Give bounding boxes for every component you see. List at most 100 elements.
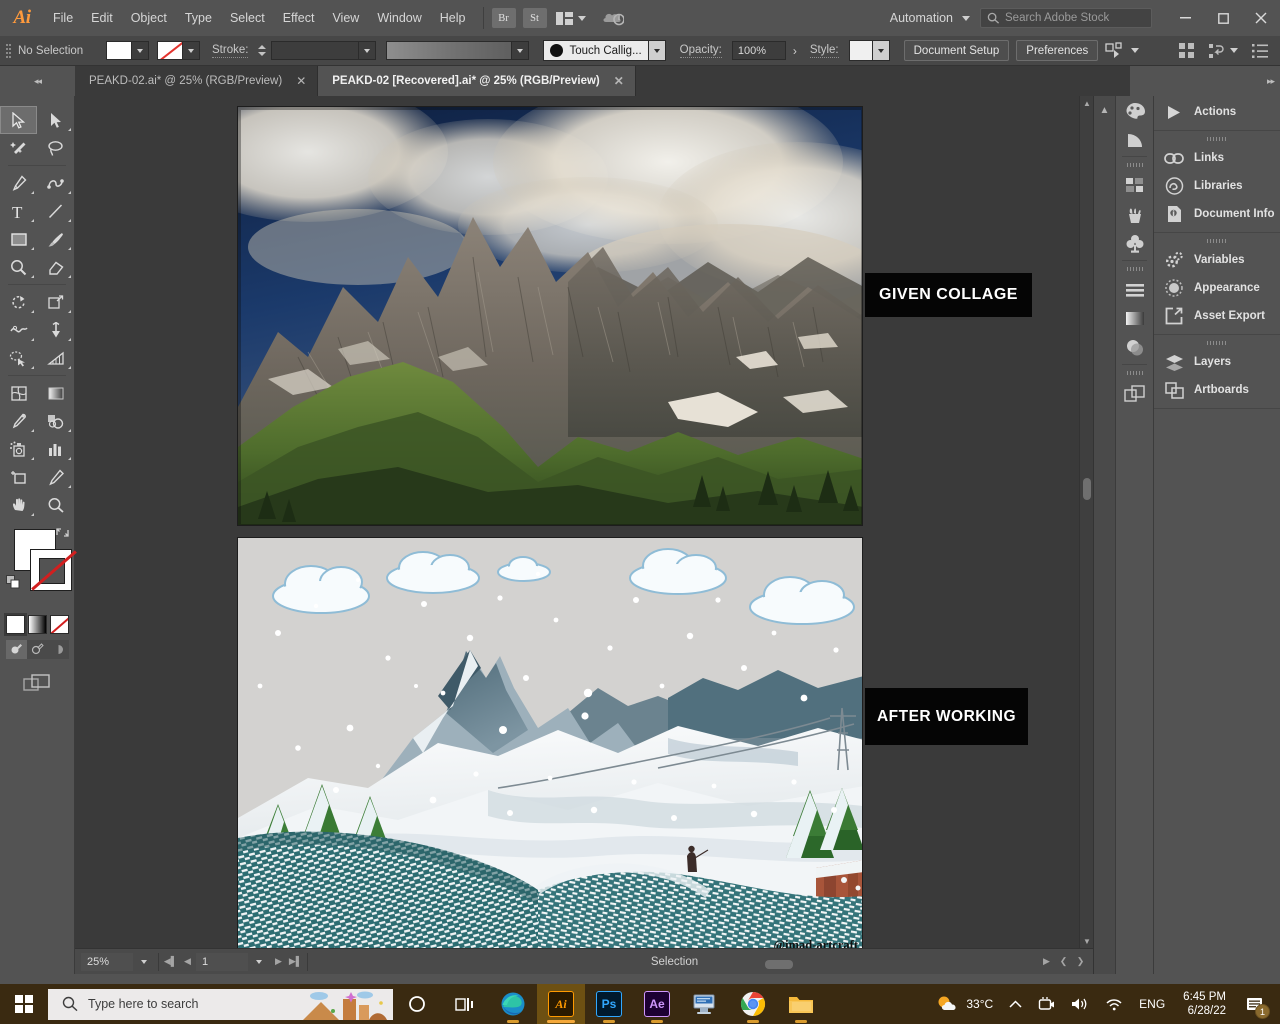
artboard-after-working[interactable]: @imad-artcraft [237,537,863,948]
language-indicator[interactable]: ENG [1131,984,1173,1024]
column-graph-tool[interactable] [37,435,74,463]
menu-type[interactable]: Type [176,0,221,36]
panel-group-handle-3[interactable] [1154,337,1280,348]
default-fill-stroke-icon[interactable] [6,575,21,595]
label-after-working[interactable]: AFTER WORKING [865,688,1028,745]
stroke-weight-field[interactable] [271,41,360,60]
rotate-tool[interactable] [0,288,37,316]
stroke-weight-stepper[interactable] [258,41,269,60]
panel-variables[interactable]: Variables [1154,246,1280,274]
menu-effect[interactable]: Effect [274,0,324,36]
notifications-button[interactable]: 1 [1236,984,1274,1024]
arrange-documents-icon[interactable] [554,10,576,26]
vertical-scrollbar[interactable]: ▲ ▼ [1079,96,1093,948]
blend-tool[interactable] [37,407,74,435]
next-artboard-button[interactable]: ▶ [270,953,287,971]
swap-fill-stroke-icon[interactable] [55,525,70,545]
mesh-tool[interactable] [0,379,37,407]
adobe-illustrator-button[interactable]: Ai [537,984,585,1024]
eraser-tool[interactable] [37,253,74,281]
artboard-number-field[interactable]: 1 [196,952,248,971]
opacity-label[interactable]: Opacity: [679,44,722,58]
weather-widget[interactable]: 33°C [928,984,1001,1024]
color-mode-button[interactable] [3,613,27,636]
panel-appearance[interactable]: Appearance [1154,274,1280,302]
slice-tool[interactable] [37,463,74,491]
symbols-icon[interactable] [1116,229,1153,258]
curvature-tool[interactable] [37,169,74,197]
artboard-given-collage[interactable] [237,106,863,526]
tabbar-collapse-left[interactable]: ◂◂ [0,66,75,96]
transparency-icon[interactable] [1116,333,1153,362]
magic-wand-tool[interactable] [0,134,37,162]
panel-libraries[interactable]: Libraries [1154,172,1280,200]
select-similar-group[interactable] [1105,41,1140,60]
tabbar-collapse-right[interactable]: ▸▸ [1130,66,1280,96]
tools-panel-handle[interactable] [0,96,74,106]
bridge-icon[interactable]: Br [491,8,516,28]
none-mode-button[interactable] [49,615,69,634]
panel-links[interactable]: Links [1154,144,1280,172]
draw-normal-button[interactable] [5,640,27,659]
brushes-icon[interactable] [1116,200,1153,229]
microsoft-edge-button[interactable] [489,984,537,1024]
show-hidden-icons-button[interactable] [1001,984,1030,1024]
dock-group-handle-3[interactable] [1116,367,1153,379]
perspective-grid-tool[interactable] [37,344,74,372]
adobe-after-effects-button[interactable]: Ae [633,984,681,1024]
dock-collapse-strip[interactable]: ▲ [1093,96,1115,974]
direct-selection-tool[interactable] [37,106,74,134]
maximize-button[interactable] [1204,0,1242,36]
taskbar-search[interactable]: Type here to search [48,988,393,1020]
style-dropdown[interactable] [872,40,890,61]
width-tool[interactable] [0,316,37,344]
swatches-icon[interactable] [1116,171,1153,200]
remote-desktop-button[interactable] [681,984,729,1024]
cloud-sync-icon[interactable] [600,8,626,28]
line-segment-tool[interactable] [37,197,74,225]
scroll-down-icon[interactable]: ▼ [1080,934,1094,948]
opacity-field[interactable]: 100% [731,41,786,60]
scale-tool[interactable] [37,288,74,316]
adobe-photoshop-button[interactable]: Ps [585,984,633,1024]
stock-icon[interactable]: St [522,8,547,28]
panel-document-info[interactable]: Document Info [1154,200,1280,228]
width-profile-dropdown[interactable] [512,41,530,60]
menu-view[interactable]: View [323,0,368,36]
eyedropper-tool[interactable] [0,407,37,435]
menu-object[interactable]: Object [122,0,176,36]
shape-builder-tool[interactable] [0,344,37,372]
menu-window[interactable]: Window [368,0,430,36]
document-tab-1[interactable]: PEAKD-02.ai* @ 25% (RGB/Preview) ✕ [75,66,319,96]
rectangle-tool[interactable] [0,225,37,253]
panel-artboards[interactable]: Artboards [1154,376,1280,404]
lasso-tool[interactable] [37,134,74,162]
first-artboard-button[interactable]: ◀▌ [162,953,179,971]
panel-group-handle-2[interactable] [1154,235,1280,246]
scroll-up-icon[interactable]: ▲ [1080,96,1094,110]
panel-asset-export[interactable]: Asset Export [1154,302,1280,330]
minimize-button[interactable] [1166,0,1204,36]
prev-artboard-button[interactable]: ◀ [179,953,196,971]
canvas[interactable]: @imad-artcraft GIVEN COLLAGE AFTER WORKI… [75,96,1079,948]
variable-width-profile[interactable] [386,41,513,60]
preferences-button[interactable]: Preferences [1016,40,1099,61]
panel-actions[interactable]: Actions [1154,98,1280,126]
align-icon[interactable] [1116,275,1153,304]
stroke-weight-dropdown[interactable] [359,41,377,60]
horizontal-scroll-right[interactable]: ❯ [1072,953,1089,971]
color-panel-icon[interactable] [1116,96,1153,125]
clock[interactable]: 6:45 PM 6/28/22 [1173,984,1236,1024]
color-guide-icon[interactable] [1116,125,1153,154]
gradient-icon[interactable] [1116,304,1153,333]
selection-tool[interactable] [0,106,37,134]
file-explorer-button[interactable] [777,984,825,1024]
control-bar-gripper[interactable] [4,42,13,60]
type-tool[interactable]: T [0,197,37,225]
brush-definition[interactable]: Touch Callig... [543,40,649,61]
gradient-mode-button[interactable] [27,615,47,634]
start-button[interactable] [0,984,48,1024]
menu-edit[interactable]: Edit [82,0,122,36]
adobe-stock-search[interactable]: Search Adobe Stock [980,8,1152,28]
document-setup-button[interactable]: Document Setup [903,40,1010,61]
